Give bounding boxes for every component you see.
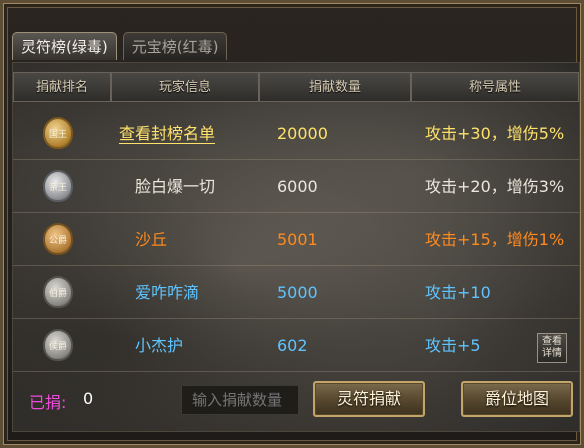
title-attribute: 攻击+10: [425, 283, 491, 302]
donated-value: 0: [83, 389, 94, 408]
table-row: 公爵 沙丘 5001 攻击+15，增伤1%: [13, 213, 579, 266]
header-player: 玩家信息: [111, 72, 259, 102]
title-attribute: 攻击+5: [425, 336, 481, 355]
table-row: 国王 查看封榜名单 20000 攻击+30，增伤5%: [13, 107, 579, 160]
table-row: 侯爵 小杰护 602 攻击+5 查看 详情: [13, 319, 579, 372]
title-attribute: 攻击+20，增伤3%: [425, 177, 565, 196]
donation-amount: 5000: [277, 283, 318, 302]
rank-badge-icon: 侯爵: [43, 329, 73, 361]
donation-amount: 20000: [277, 124, 328, 143]
donation-bar: 已捐: 0 灵符捐献 爵位地图: [13, 375, 579, 431]
header-amount: 捐献数量: [259, 72, 411, 102]
rank-badge-icon: 公爵: [43, 223, 73, 255]
rank-badge-icon: 伯爵: [43, 276, 73, 308]
view-sealed-list-link[interactable]: 查看封榜名单: [119, 107, 215, 160]
title-attribute: 攻击+30，增伤5%: [425, 124, 565, 143]
tab-bar: 灵符榜(绿毒) 元宝榜(红毒): [12, 32, 228, 62]
donated-label: 已捐:: [29, 393, 67, 412]
donation-amount: 602: [277, 336, 308, 355]
donation-amount: 5001: [277, 230, 318, 249]
tab-ingot-ranking[interactable]: 元宝榜(红毒): [122, 32, 228, 60]
rank-badge-icon: 国王: [43, 117, 73, 149]
donation-amount-input[interactable]: [181, 385, 299, 415]
ranking-panel: 捐献排名 玩家信息 捐献数量 称号属性 国王 查看封榜名单 20000 攻击+30，增…: [12, 62, 580, 432]
title-attribute: 攻击+15，增伤1%: [425, 230, 565, 249]
title-map-button[interactable]: 爵位地图: [461, 381, 573, 417]
talisman-donate-button[interactable]: 灵符捐献: [313, 381, 425, 417]
table-header: 捐献排名 玩家信息 捐献数量 称号属性: [13, 72, 579, 104]
donation-amount: 6000: [277, 177, 318, 196]
table-row: 亲王 脸白爆一切 6000 攻击+20，增伤3%: [13, 160, 579, 213]
table-row: 伯爵 爱咋咋滴 5000 攻击+10: [13, 266, 579, 319]
player-name: 脸白爆一切: [135, 177, 216, 196]
tab-talisman-ranking[interactable]: 灵符榜(绿毒): [12, 32, 117, 60]
player-name: 沙丘: [135, 230, 168, 249]
player-name: 小杰护: [135, 336, 184, 355]
header-rank: 捐献排名: [13, 72, 111, 102]
player-name: 爱咋咋滴: [135, 283, 200, 302]
rank-badge-icon: 亲王: [43, 170, 73, 202]
header-title-attr: 称号属性: [411, 72, 579, 102]
view-details-button[interactable]: 查看 详情: [537, 333, 567, 363]
